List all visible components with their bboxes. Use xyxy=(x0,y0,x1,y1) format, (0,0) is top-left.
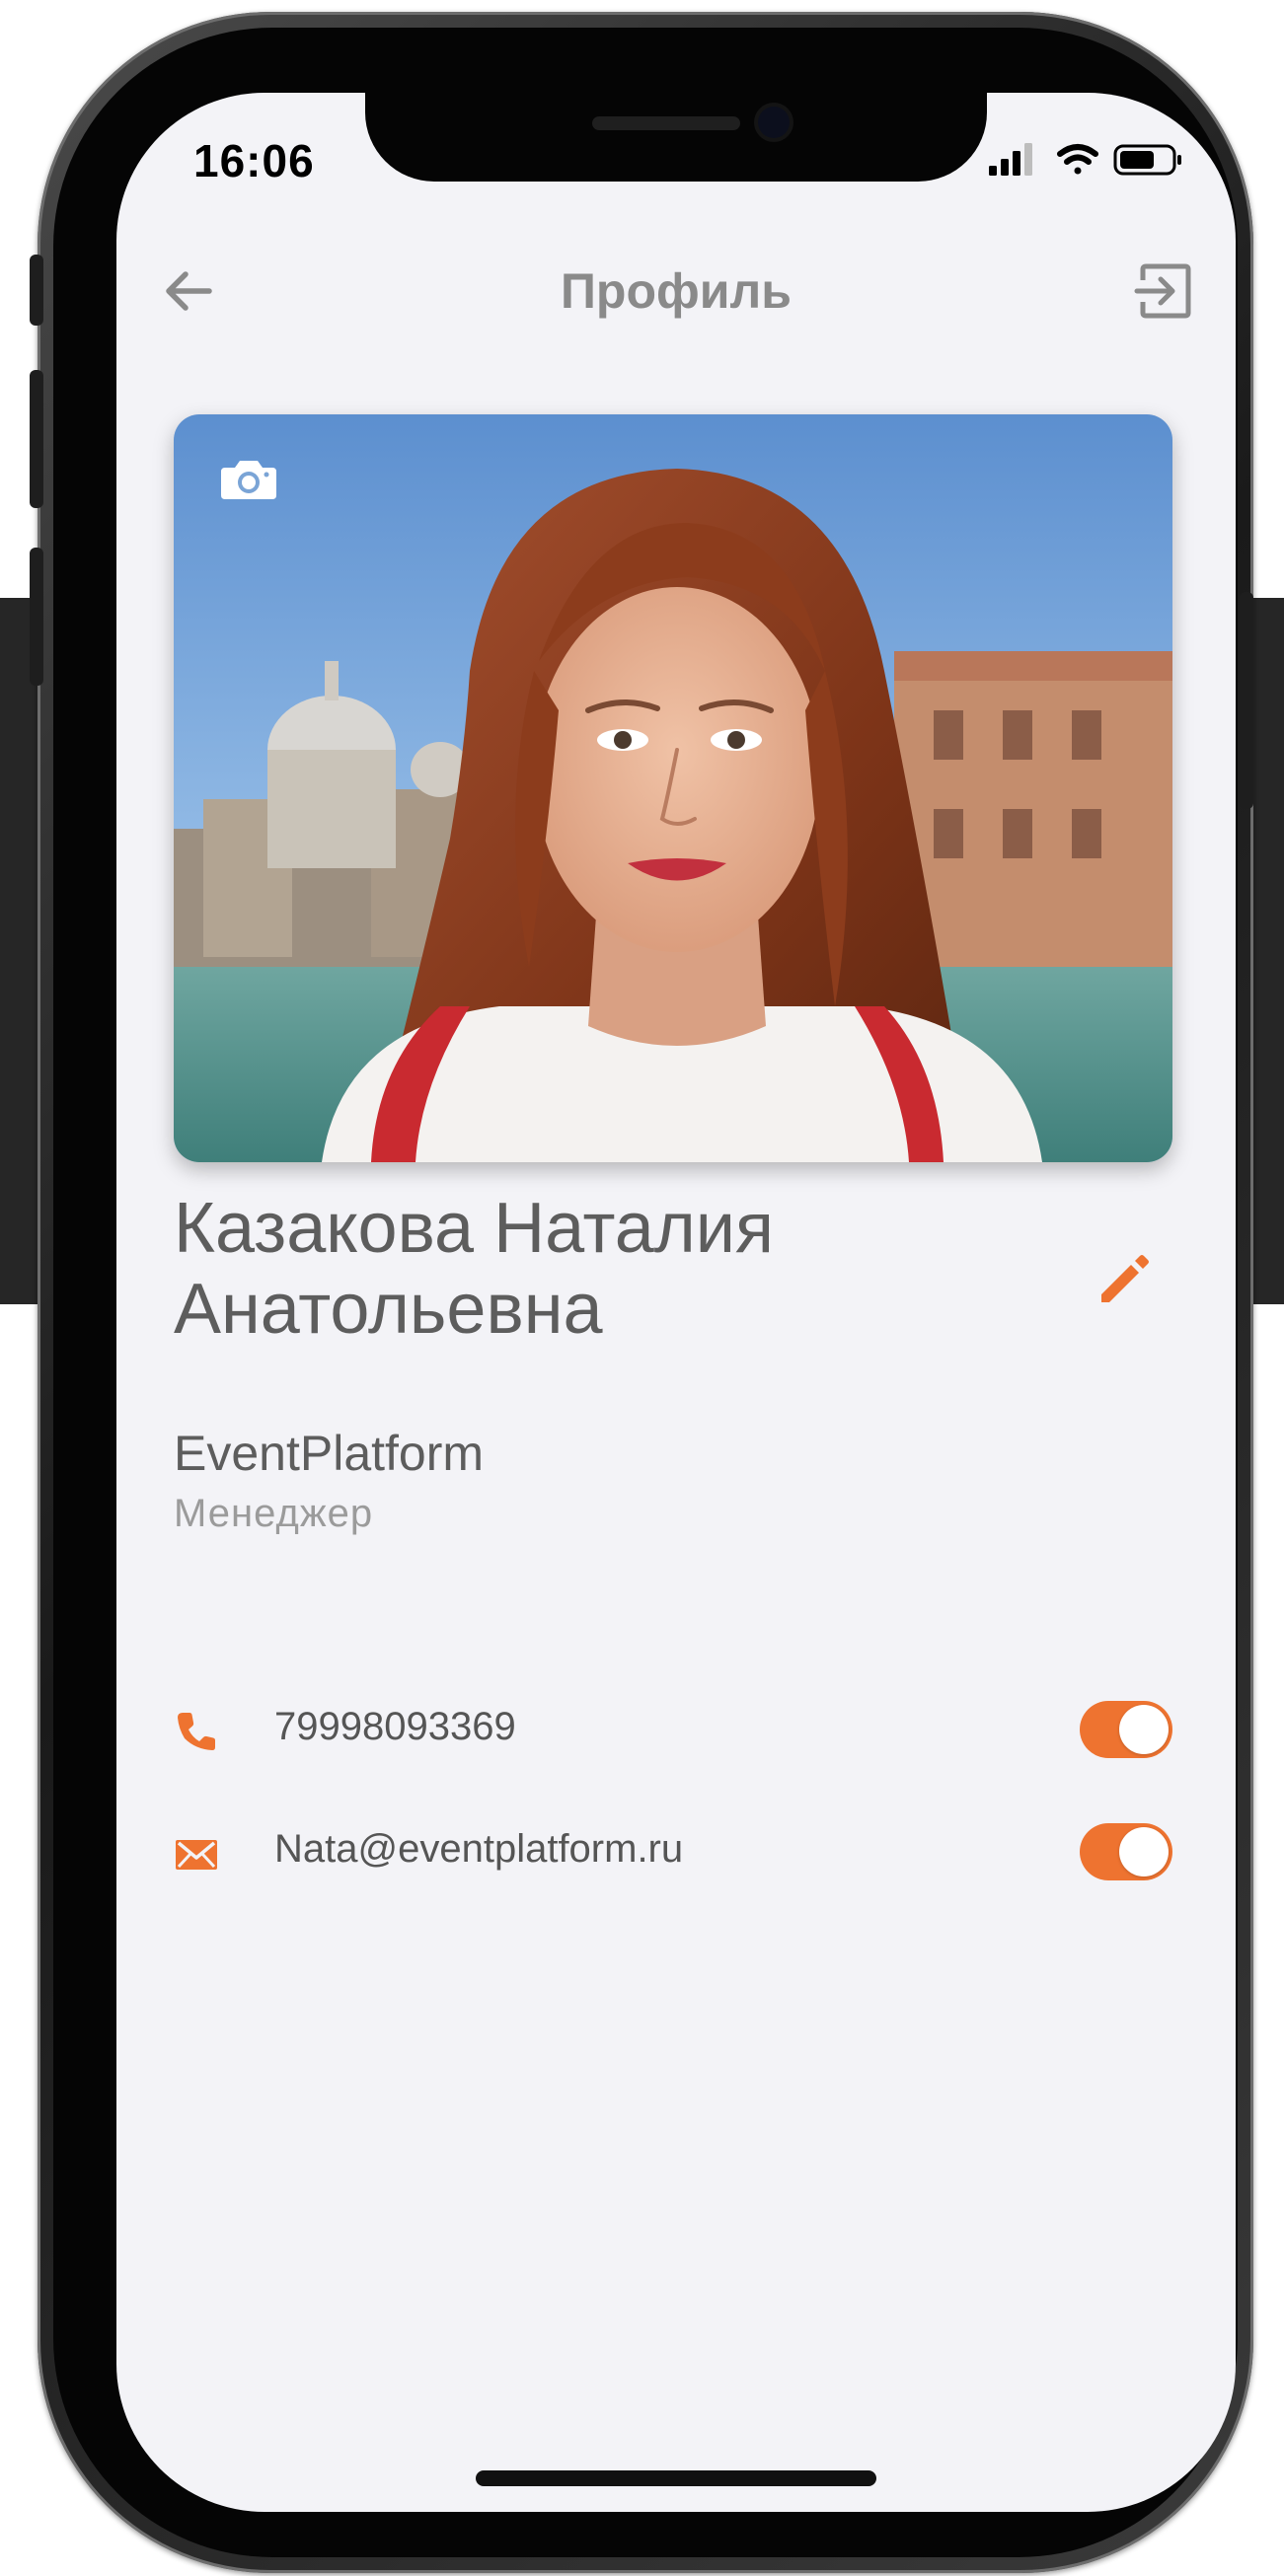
camera-icon xyxy=(221,461,276,499)
contact-row-email: Nata@eventplatform.ru xyxy=(174,1813,1172,1892)
profile-name-line-2: Анатольевна xyxy=(174,1270,603,1349)
battery-icon xyxy=(1113,144,1181,176)
front-camera xyxy=(758,107,790,138)
phone-icon xyxy=(174,1709,219,1754)
company-name: EventPlatform xyxy=(174,1426,485,1481)
app-screen: 16:06 Профиль Казакова Наталия Анатольев… xyxy=(116,93,1236,2512)
profile-name: Казакова Наталия Анатольевна xyxy=(174,1188,1042,1350)
toggle-knob xyxy=(1119,1827,1169,1877)
toggle-knob xyxy=(1119,1705,1169,1754)
phone-visibility-toggle[interactable] xyxy=(1080,1701,1172,1758)
power-button xyxy=(1240,592,1253,809)
signal-icon xyxy=(989,143,1032,176)
logout-button[interactable] xyxy=(1133,258,1198,324)
logout-icon xyxy=(1134,263,1191,319)
status-icons xyxy=(989,142,1184,178)
contact-row-phone: 79998093369 xyxy=(174,1691,1172,1770)
job-title: Менеджер xyxy=(174,1492,374,1535)
mail-icon xyxy=(174,1831,219,1877)
contact-value-phone: 79998093369 xyxy=(274,1705,516,1748)
change-photo-button[interactable] xyxy=(219,456,278,501)
home-indicator[interactable] xyxy=(476,2470,876,2486)
profile-photo-image xyxy=(174,414,1172,1162)
email-visibility-toggle[interactable] xyxy=(1080,1823,1172,1880)
edit-profile-button[interactable] xyxy=(1095,1249,1155,1308)
volume-down-button xyxy=(30,548,43,686)
pencil-icon xyxy=(1101,1255,1149,1302)
wifi-icon xyxy=(1057,144,1098,175)
contact-value-email: Nata@eventplatform.ru xyxy=(274,1827,684,1871)
volume-up-button xyxy=(30,370,43,508)
profile-name-line-1: Казакова Наталия xyxy=(174,1189,774,1268)
status-time: 16:06 xyxy=(193,135,315,186)
notch xyxy=(365,93,987,182)
profile-photo[interactable] xyxy=(174,414,1172,1162)
silent-switch xyxy=(30,255,43,326)
page-title: Профиль xyxy=(560,263,792,319)
